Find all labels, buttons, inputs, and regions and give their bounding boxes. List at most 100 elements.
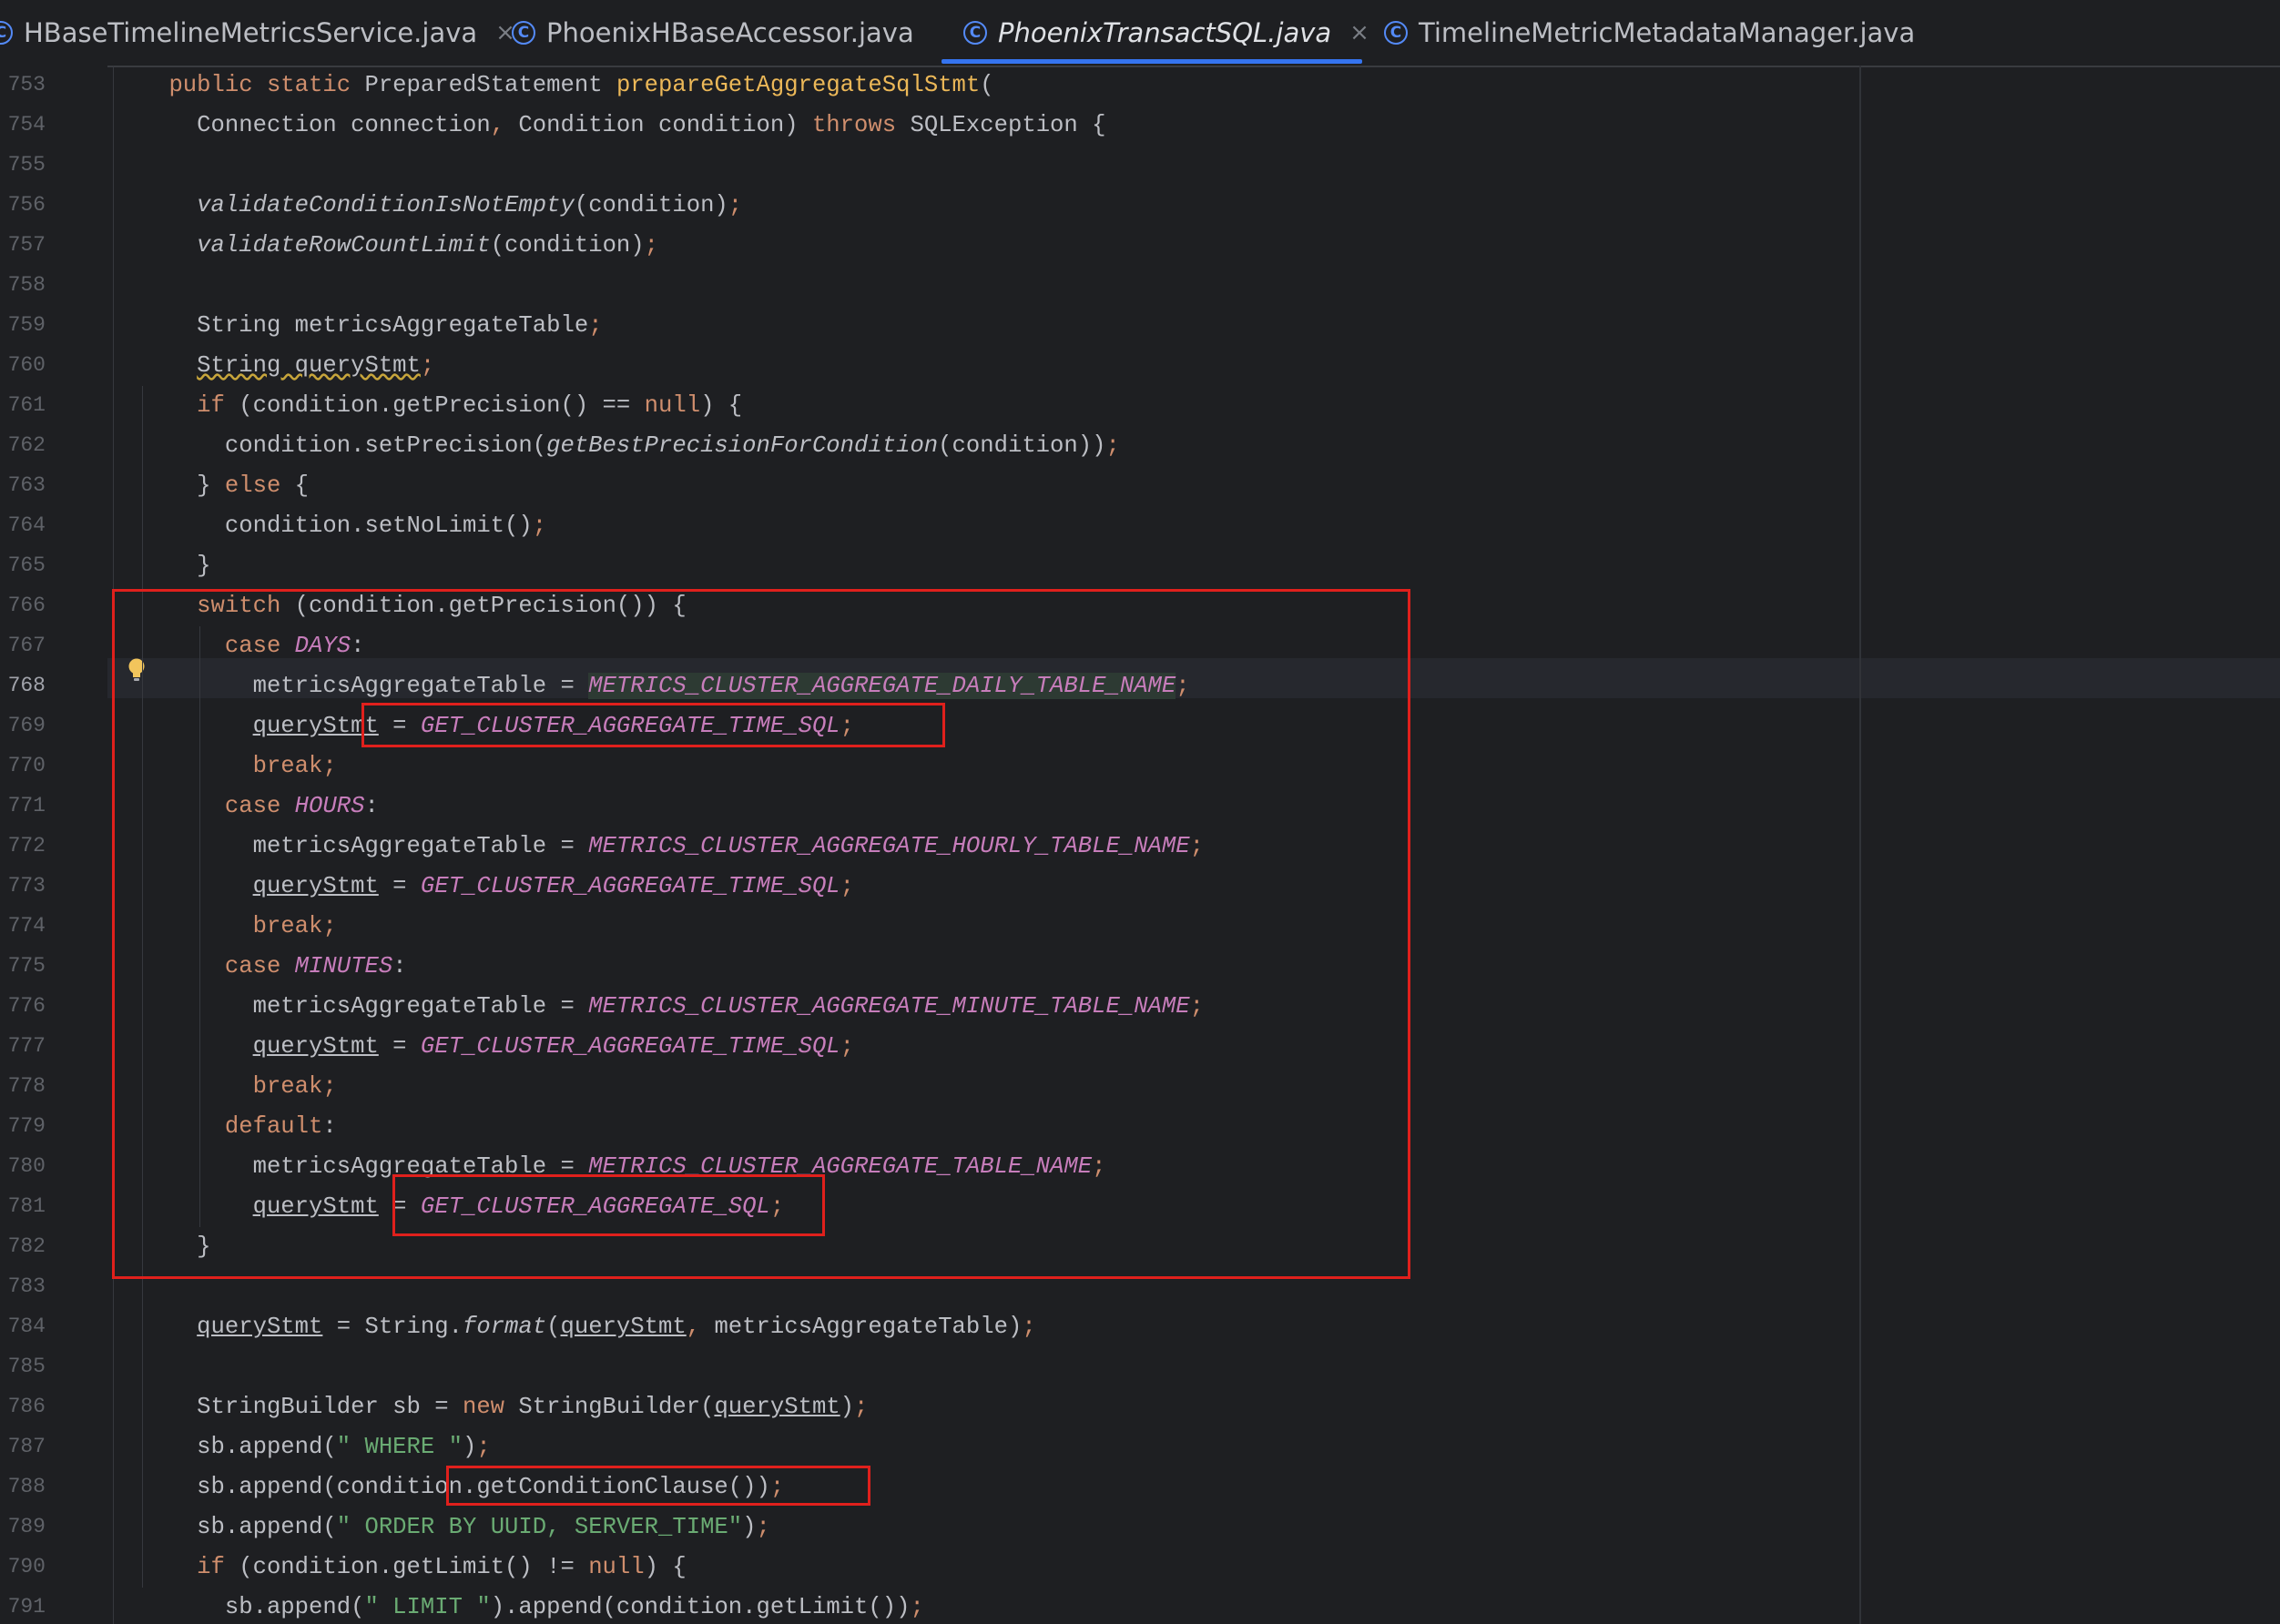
- code-token: sb.append(condition.getConditionClause()…: [113, 1474, 770, 1500]
- code-line[interactable]: Connection connection, Condition conditi…: [113, 106, 1105, 146]
- code-line[interactable]: String metricsAggregateTable;: [113, 306, 602, 346]
- code-line[interactable]: if (condition.getPrecision() == null) {: [113, 386, 742, 426]
- code-token: metricsAggregateTable =: [113, 833, 589, 859]
- line-number[interactable]: 759: [0, 313, 46, 337]
- line-number[interactable]: 767: [0, 634, 46, 657]
- line-number[interactable]: 790: [0, 1555, 46, 1578]
- line-number[interactable]: 757: [0, 233, 46, 257]
- tab-timeline-metric-metadata-manager[interactable]: C TimelineMetricMetadataManager.java: [1384, 0, 1915, 66]
- line-number[interactable]: 773: [0, 874, 46, 898]
- code-line[interactable]: sb.append(" WHERE ");: [113, 1427, 491, 1467]
- line-number[interactable]: 781: [0, 1194, 46, 1218]
- code-line[interactable]: public static PreparedStatement prepareG…: [113, 66, 994, 106]
- code-token: ;: [1189, 993, 1204, 1020]
- code-line[interactable]: switch (condition.getPrecision()) {: [113, 586, 687, 626]
- line-number[interactable]: 769: [0, 714, 46, 737]
- code-line[interactable]: StringBuilder sb = new StringBuilder(que…: [113, 1387, 868, 1427]
- code-line[interactable]: sb.append(" LIMIT ").append(condition.ge…: [113, 1588, 924, 1624]
- line-number[interactable]: 789: [0, 1515, 46, 1538]
- line-number[interactable]: 765: [0, 553, 46, 577]
- code-token: queryStmt: [560, 1314, 687, 1340]
- code-line[interactable]: case DAYS:: [113, 626, 365, 666]
- line-number[interactable]: 766: [0, 594, 46, 617]
- code-line[interactable]: case MINUTES:: [113, 947, 407, 987]
- code-line[interactable]: case HOURS:: [113, 787, 379, 827]
- code-token: ,: [686, 1314, 715, 1340]
- code-token: ;: [840, 873, 855, 899]
- line-number[interactable]: 785: [0, 1355, 46, 1378]
- code-line[interactable]: queryStmt = GET_CLUSTER_AGGREGATE_TIME_S…: [113, 867, 854, 907]
- code-token: ;: [840, 713, 855, 739]
- line-number[interactable]: 755: [0, 153, 46, 177]
- code-line[interactable]: queryStmt = GET_CLUSTER_AGGREGATE_SQL;: [113, 1187, 785, 1227]
- code-token: else: [224, 472, 295, 499]
- line-number[interactable]: 762: [0, 433, 46, 457]
- code-line[interactable]: sb.append(" ORDER BY UUID, SERVER_TIME")…: [113, 1507, 770, 1548]
- code-token: (condition)): [938, 432, 1106, 459]
- code-line[interactable]: String queryStmt;: [113, 346, 434, 386]
- code-token: null: [644, 392, 701, 419]
- line-number[interactable]: 754: [0, 113, 46, 137]
- line-number[interactable]: 791: [0, 1595, 46, 1619]
- code-line[interactable]: queryStmt = String.format(queryStmt, met…: [113, 1307, 1036, 1347]
- code-line[interactable]: sb.append(condition.getConditionClause()…: [113, 1467, 784, 1507]
- tab-phoenix-hbase-accessor[interactable]: C PhoenixHBaseAccessor.java: [512, 0, 914, 66]
- line-number[interactable]: 778: [0, 1074, 46, 1098]
- line-number[interactable]: 786: [0, 1395, 46, 1418]
- line-number[interactable]: 756: [0, 193, 46, 217]
- line-number[interactable]: 772: [0, 834, 46, 858]
- line-number[interactable]: 760: [0, 353, 46, 377]
- line-number[interactable]: 784: [0, 1314, 46, 1338]
- line-number[interactable]: 788: [0, 1475, 46, 1498]
- code-editor[interactable]: 753 754 755 756 757 758 759 760 761 762 763 764 765 7…: [0, 66, 2280, 1624]
- line-number[interactable]: 753: [0, 73, 46, 96]
- code-line[interactable]: if (condition.getLimit() != null) {: [113, 1548, 687, 1588]
- tab-label: PhoenixTransactSQL.java: [998, 17, 1332, 48]
- line-number[interactable]: 780: [0, 1154, 46, 1178]
- code-line[interactable]: metricsAggregateTable = METRICS_CLUSTER_…: [113, 1147, 1106, 1187]
- code-line[interactable]: break;: [113, 1067, 337, 1107]
- code-line[interactable]: metricsAggregateTable = METRICS_CLUSTER_…: [113, 827, 1204, 867]
- line-number[interactable]: 770: [0, 754, 46, 777]
- tab-hbase-timeline-metrics-service[interactable]: C HBaseTimelineMetricsService.java ×: [0, 0, 515, 66]
- code-line[interactable]: queryStmt = GET_CLUSTER_AGGREGATE_TIME_S…: [113, 1027, 854, 1067]
- code-token: metricsAggregateTable =: [113, 673, 589, 699]
- line-number[interactable]: 768: [0, 674, 46, 697]
- close-icon[interactable]: ×: [1349, 19, 1369, 46]
- line-number[interactable]: 761: [0, 393, 46, 417]
- code-token: ;: [420, 352, 435, 379]
- line-number[interactable]: 779: [0, 1114, 46, 1138]
- code-line[interactable]: validateConditionIsNotEmpty(condition);: [113, 186, 742, 226]
- code-line[interactable]: }: [113, 546, 210, 586]
- line-number[interactable]: 783: [0, 1274, 46, 1298]
- code-line[interactable]: default:: [113, 1107, 337, 1147]
- code-token: " ORDER BY UUID, SERVER_TIME": [336, 1514, 743, 1540]
- line-number[interactable]: 782: [0, 1234, 46, 1258]
- code-token: ;: [1105, 432, 1120, 459]
- code-line[interactable]: metricsAggregateTable = METRICS_CLUSTER_…: [113, 987, 1204, 1027]
- code-line[interactable]: validateRowCountLimit(condition);: [113, 226, 658, 266]
- line-number[interactable]: 787: [0, 1435, 46, 1458]
- code-line[interactable]: }: [113, 1227, 210, 1267]
- code-token: queryStmt: [252, 1193, 379, 1220]
- line-number[interactable]: 775: [0, 954, 46, 978]
- code-line[interactable]: queryStmt = GET_CLUSTER_AGGREGATE_TIME_S…: [113, 706, 854, 746]
- code-line[interactable]: break;: [113, 746, 337, 787]
- line-number[interactable]: 774: [0, 914, 46, 938]
- code-token: GET_CLUSTER_AGGREGATE_TIME_SQL: [420, 713, 840, 739]
- line-number[interactable]: 771: [0, 794, 46, 817]
- code-line[interactable]: metricsAggregateTable = METRICS_CLUSTER_…: [113, 666, 1190, 706]
- line-number-gutter[interactable]: 753 754 755 756 757 758 759 760 761 762 763 764 765 7…: [0, 66, 107, 1624]
- code-line[interactable]: break;: [113, 907, 337, 947]
- line-number[interactable]: 763: [0, 473, 46, 497]
- code-token: case: [224, 633, 295, 659]
- line-number[interactable]: 764: [0, 513, 46, 537]
- code-line[interactable]: condition.setPrecision(getBestPrecisionF…: [113, 426, 1120, 466]
- code-line[interactable]: condition.setNoLimit();: [113, 506, 546, 546]
- code-token: (: [980, 72, 994, 98]
- line-number[interactable]: 758: [0, 273, 46, 297]
- tab-phoenix-transact-sql[interactable]: C PhoenixTransactSQL.java ×: [963, 0, 1369, 66]
- line-number[interactable]: 777: [0, 1034, 46, 1058]
- line-number[interactable]: 776: [0, 994, 46, 1018]
